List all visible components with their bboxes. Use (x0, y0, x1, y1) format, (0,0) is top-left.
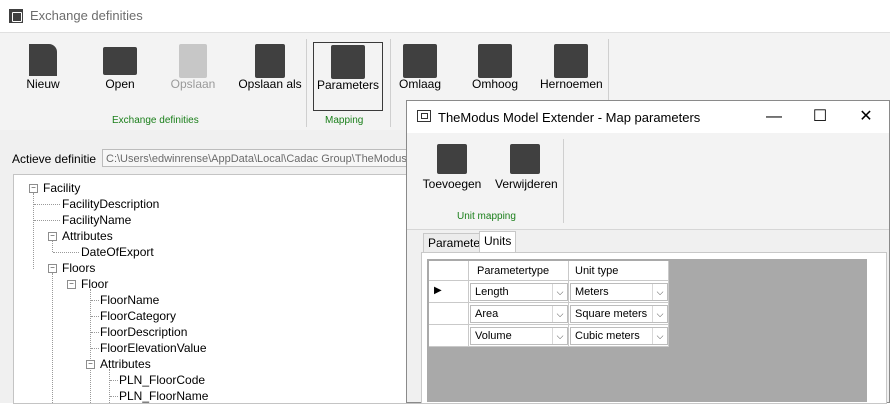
ribbon-separator (390, 39, 391, 127)
row-header[interactable] (429, 325, 469, 347)
current-row-icon: ▶ (434, 285, 442, 296)
tree-line (110, 396, 118, 397)
row-header-corner (429, 261, 469, 281)
tree-node[interactable]: Attributes (62, 229, 113, 243)
active-definition-field[interactable]: C:\Users\edwinrense\AppData\Local\Cadac … (102, 149, 422, 167)
plus-icon (437, 144, 467, 174)
collapse-icon[interactable]: − (29, 184, 38, 193)
chevron-down-icon: ⌵ (652, 306, 667, 322)
save-as-button[interactable]: Opslaan als (236, 33, 304, 103)
parametertype-dropdown[interactable]: Length ⌵ (470, 283, 568, 301)
chevron-down-icon: ⌵ (552, 306, 567, 322)
save-icon (179, 44, 207, 78)
minimize-button[interactable]: — (751, 101, 797, 133)
row-header[interactable] (429, 303, 469, 325)
table-cell[interactable]: Square meters ⌵ (569, 303, 669, 325)
table-cell[interactable]: Volume ⌵ (469, 325, 569, 347)
chevron-down-icon: ⌵ (652, 328, 667, 344)
collapse-icon[interactable]: − (48, 232, 57, 241)
chevron-down-icon: ⌵ (652, 284, 667, 300)
edit-parameters-icon (331, 45, 365, 79)
tree-node[interactable]: FloorCategory (100, 309, 176, 323)
pencil-icon (554, 44, 588, 78)
tree-node[interactable]: FloorName (100, 293, 159, 307)
tree-node[interactable]: FacilityName (62, 213, 131, 227)
save-button[interactable]: Opslaan (168, 33, 218, 103)
definition-tree[interactable]: − Facility FacilityDescription FacilityN… (13, 174, 433, 404)
arrow-up-icon (478, 44, 512, 78)
column-header-unit-type[interactable]: Unit type (569, 261, 669, 281)
tree-line (34, 204, 60, 205)
tree-node[interactable]: PLN_FloorName (119, 389, 208, 403)
tree-line (90, 289, 91, 403)
unit-type-dropdown[interactable]: Square meters ⌵ (570, 305, 668, 323)
minus-icon (510, 144, 540, 174)
map-parameters-dialog: TheModus Model Extender - Map parameters… (406, 100, 890, 404)
row-header[interactable]: ▶ (429, 281, 469, 303)
remove-button[interactable]: Verwijderen (495, 133, 558, 203)
tree-line (110, 380, 118, 381)
table-cell[interactable]: Length ⌵ (469, 281, 569, 303)
parameters-button[interactable]: Parameters (313, 42, 383, 111)
tree-line (52, 241, 53, 252)
add-button[interactable]: Toevoegen (421, 133, 483, 203)
window-icon (417, 110, 431, 122)
tree-line (53, 252, 79, 253)
tree-node[interactable]: FacilityDescription (62, 197, 159, 211)
tree-line (91, 300, 99, 301)
arrow-down-icon (403, 44, 437, 78)
tree-node[interactable]: Floors (62, 261, 95, 275)
app-icon (9, 9, 23, 23)
tab-units[interactable]: Units (479, 231, 517, 253)
tree-line (91, 316, 99, 317)
ribbon-separator (563, 139, 564, 223)
active-definition-label: Actieve definitie (12, 152, 97, 166)
ribbon-separator (306, 39, 307, 127)
tree-line (52, 273, 53, 403)
dialog-tabs: Parameter Units (421, 231, 887, 253)
tree-node[interactable]: FloorElevationValue (100, 341, 207, 355)
units-grid[interactable]: Parametertype Unit type ▶ Length ⌵ Meters… (427, 259, 867, 402)
tree-line (34, 220, 60, 221)
move-down-button[interactable]: Omlaag (398, 33, 442, 103)
tree-node[interactable]: Floor (81, 277, 108, 291)
unit-type-dropdown[interactable]: Meters ⌵ (570, 283, 668, 301)
new-button[interactable]: Nieuw (20, 33, 66, 103)
group-label-unit-mapping: Unit mapping (457, 211, 516, 222)
dialog-ribbon: Toevoegen Verwijderen Unit mapping (407, 133, 889, 230)
table-cell[interactable]: Meters ⌵ (569, 281, 669, 303)
window-title: Exchange definities (30, 8, 143, 23)
parametertype-dropdown[interactable]: Area ⌵ (470, 305, 568, 323)
tree-node[interactable]: PLN_FloorCode (119, 373, 205, 387)
table-cell[interactable]: Cubic meters ⌵ (569, 325, 669, 347)
parametertype-dropdown[interactable]: Volume ⌵ (470, 327, 568, 345)
tree-node[interactable]: Attributes (100, 357, 151, 371)
chevron-down-icon: ⌵ (552, 284, 567, 300)
group-label-mapping: Mapping (325, 115, 364, 126)
collapse-icon[interactable]: − (67, 280, 76, 289)
folder-icon (103, 47, 137, 75)
tree-line (91, 348, 99, 349)
tree-node[interactable]: DateOfExport (81, 245, 154, 259)
rename-button[interactable]: Hernoemen (540, 33, 603, 103)
maximize-button[interactable]: ☐ (797, 101, 843, 133)
close-button[interactable]: ✕ (843, 101, 889, 133)
unit-type-dropdown[interactable]: Cubic meters ⌵ (570, 327, 668, 345)
dialog-title: TheModus Model Extender - Map parameters (438, 110, 701, 125)
save-as-icon (255, 44, 285, 78)
tree-line (91, 332, 99, 333)
tree-line (109, 369, 110, 403)
new-file-icon (29, 44, 57, 76)
collapse-icon[interactable]: − (48, 264, 57, 273)
open-button[interactable]: Open (98, 33, 142, 103)
group-label-exchange: Exchange definities (112, 115, 199, 126)
chevron-down-icon: ⌵ (552, 328, 567, 344)
tree-node[interactable]: FloorDescription (100, 325, 187, 339)
tree-node[interactable]: Facility (43, 181, 80, 195)
column-header-parametertype[interactable]: Parametertype (469, 261, 569, 281)
table-cell[interactable]: Area ⌵ (469, 303, 569, 325)
move-up-button[interactable]: Omhoog (472, 33, 518, 103)
collapse-icon[interactable]: − (86, 360, 95, 369)
